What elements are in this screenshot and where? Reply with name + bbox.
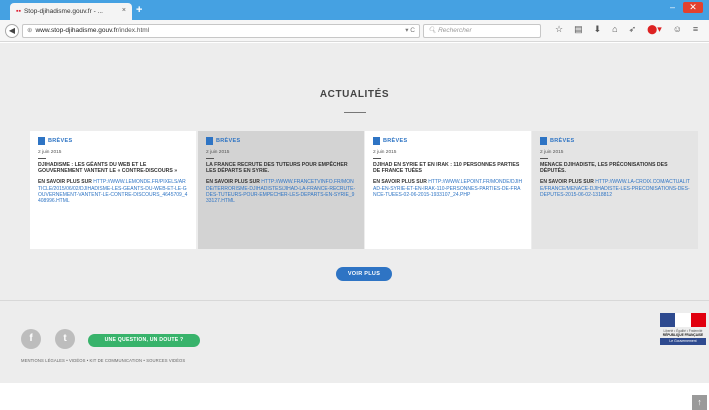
facebook-icon[interactable]: f [21, 329, 41, 349]
category-label: BRÈVES [216, 138, 241, 144]
card-more: EN SAVOIR PLUS SUR HTTP://WWW.LA-CROIX.C… [540, 179, 690, 198]
card-headline: Djihadisme : les géants du web et le gou… [38, 162, 178, 175]
news-card[interactable]: BRÈVES 2 juin 2015 La France recrute des… [198, 131, 364, 249]
news-card[interactable]: BRÈVES 2 juin 2015 Djihad en Syrie et en… [365, 131, 531, 249]
card-headline: Djihad en Syrie et en Irak : 110 personn… [373, 162, 520, 175]
search-icon: 🔍︎ [428, 27, 439, 34]
category-label: BRÈVES [383, 138, 408, 144]
url-domain: www.stop-djihadisme.gouv.fr [35, 27, 118, 34]
addon-icon[interactable]: ⬤▾ [647, 24, 662, 35]
category-icon [540, 137, 547, 145]
reload-button[interactable]: ▾ C [405, 25, 415, 37]
more-label: EN SAVOIR PLUS SUR [38, 179, 94, 186]
card-date: 2 juin 2015 [540, 150, 564, 155]
card-divider [373, 158, 381, 159]
tab-title: Stop-djihadisme.gouv.fr - ... [23, 8, 103, 15]
card-more: EN SAVOIR PLUS SUR HTTP://WWW.LEPOINT.FR… [373, 179, 523, 198]
category-icon [38, 137, 45, 145]
card-date: 2 juin 2015 [38, 150, 62, 155]
rf-government: Le Gouvernement [660, 338, 706, 345]
minimize-button[interactable]: – [670, 2, 675, 13]
back-button[interactable]: ◀ [5, 24, 19, 38]
browser-tab-bar: ▪▪ Stop-djihadisme.gouv.fr - ... × + – ✕ [0, 0, 709, 20]
window-controls: – ✕ [670, 2, 703, 13]
rf-name: RÉPUBLIQUE FRANÇAISE [662, 333, 704, 337]
card-date: 2 juin 2015 [206, 150, 230, 155]
card-date: 2 juin 2015 [373, 150, 397, 155]
card-category: BRÈVES [540, 137, 690, 145]
card-divider [38, 158, 46, 159]
menu-icon[interactable]: ≡ [693, 24, 698, 35]
republique-francaise-logo[interactable]: Liberté • Égalité • Fraternité RÉPUBLIQU… [660, 313, 706, 345]
french-flag-icon [660, 313, 706, 327]
category-icon [373, 137, 380, 145]
close-window-button[interactable]: ✕ [683, 2, 703, 13]
search-placeholder: Rechercher [438, 27, 472, 34]
more-label: EN SAVOIR PLUS SUR [373, 179, 429, 186]
page-content: ACTUALITÉS BRÈVES 2 juin 2015 Djihadisme… [0, 43, 709, 410]
footer-divider [0, 300, 709, 301]
card-more: EN SAVOIR PLUS SUR HTTP://WWW.LEMONDE.FR… [38, 179, 188, 204]
scroll-to-top-button[interactable]: ↑ [692, 395, 707, 410]
search-input[interactable]: 🔍︎ Rechercher [423, 24, 541, 38]
site-favicon-icon: ▪▪ [16, 8, 21, 15]
browser-tab[interactable]: ▪▪ Stop-djihadisme.gouv.fr - ... × [10, 3, 132, 20]
more-label: EN SAVOIR PLUS SUR [206, 179, 262, 186]
footer-links[interactable]: MENTIONS LÉGALES • VIDÉOS • KIT DE COMMU… [21, 358, 185, 363]
card-category: BRÈVES [373, 137, 523, 145]
star-bookmark-icon[interactable]: ☆ [555, 24, 563, 35]
card-divider [206, 158, 214, 159]
news-card[interactable]: BRÈVES 2 juin 2015 Djihadisme : les géan… [30, 131, 196, 249]
card-category: BRÈVES [38, 137, 188, 145]
section-title: ACTUALITÉS [319, 89, 390, 100]
voir-plus-button[interactable]: VOIR PLUS [336, 267, 392, 281]
category-icon [206, 137, 213, 145]
category-label: BRÈVES [48, 138, 73, 144]
card-divider [540, 158, 548, 159]
address-bar[interactable]: ⊕ www.stop-djihadisme.gouv.fr/index.html … [22, 24, 420, 38]
download-icon[interactable]: ⬇ [594, 24, 602, 35]
card-headline: Menace djihadiste, les préconisations de… [540, 162, 668, 175]
news-card[interactable]: BRÈVES 2 juin 2015 Menace djihadiste, le… [532, 131, 698, 249]
arrow-up-icon: ↑ [697, 397, 702, 407]
reading-list-icon[interactable]: ▤ [574, 24, 583, 35]
card-category: BRÈVES [206, 137, 356, 145]
title-divider [344, 112, 366, 113]
browser-nav-bar: ◀ ⊕ www.stop-djihadisme.gouv.fr/index.htm… [0, 20, 709, 42]
url-path: /index.html [117, 27, 150, 34]
globe-icon: ⊕ [27, 27, 33, 34]
send-icon[interactable]: ➶ [629, 24, 637, 35]
home-icon[interactable]: ⌂ [612, 24, 617, 35]
card-headline: La France recrute des tuteurs pour empêc… [206, 162, 348, 175]
card-more: EN SAVOIR PLUS SUR HTTP://WWW.FRANCETVIN… [206, 179, 356, 204]
back-arrow-icon: ◀ [8, 26, 16, 35]
toolbar-icons: ☆ ▤ ⬇ ⌂ ➶ ⬤▾ ☺ ≡ [555, 24, 698, 35]
smiley-icon[interactable]: ☺ [673, 24, 682, 35]
category-label: BRÈVES [550, 138, 575, 144]
more-label: EN SAVOIR PLUS SUR [540, 179, 596, 186]
question-button[interactable]: UNE QUESTION, UN DOUTE ? [88, 334, 200, 347]
tab-close-icon[interactable]: × [122, 7, 126, 14]
twitter-icon[interactable]: t [55, 329, 75, 349]
new-tab-button[interactable]: + [136, 4, 142, 16]
